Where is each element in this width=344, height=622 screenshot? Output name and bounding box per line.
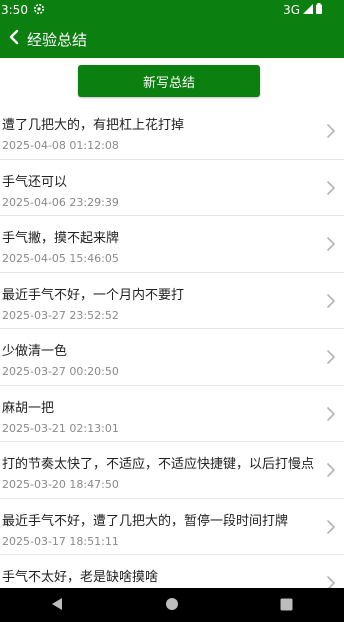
signal-icon xyxy=(303,3,313,17)
chevron-right-icon xyxy=(326,123,336,139)
summary-list: 遭了几把大的，有把杠上花打掉 2025-04-08 01:12:08 手气还可以 20… xyxy=(0,103,344,612)
chevron-right-icon xyxy=(326,462,336,478)
chevron-left-icon xyxy=(8,29,20,49)
summary-timestamp: 2025-04-08 01:12:08 xyxy=(2,139,119,152)
summary-text: 最近手气不好，遭了几把大的，暂停一段时间打牌 xyxy=(2,513,289,529)
summary-list-item[interactable]: 手气撇，摸不起来牌 2025-04-05 15:46:05 xyxy=(0,216,344,273)
chevron-right-icon xyxy=(326,349,336,365)
summary-text: 手气撇，摸不起来牌 xyxy=(2,231,120,246)
summary-timestamp: 2025-03-27 23:52:52 xyxy=(2,308,119,322)
chevron-right-icon xyxy=(326,180,336,196)
home-circle-icon xyxy=(165,596,179,615)
page-title: 经验总结 xyxy=(27,30,88,49)
summary-timestamp: 2025-03-27 00:20:50 xyxy=(2,365,119,378)
status-bar: 3:50 3G xyxy=(0,0,344,20)
chevron-right-icon xyxy=(326,293,336,309)
network-type: 3G xyxy=(283,3,300,17)
nav-home-button[interactable] xyxy=(152,588,192,622)
nav-recents-button[interactable] xyxy=(267,588,307,622)
summary-timestamp: 2025-03-21 02:13:01 xyxy=(2,421,119,435)
chevron-right-icon xyxy=(326,519,336,535)
summary-timestamp: 2025-04-05 15:46:05 xyxy=(2,252,119,265)
summary-list-item[interactable]: 打的节奏太快了，不适应，不适应快捷键，以后打慢点 2025-03-20 18:47… xyxy=(0,442,344,499)
summary-text: 手气不太好，老是缺啥摸啥 xyxy=(2,570,159,585)
summary-list-item[interactable]: 少做清一色 2025-03-27 00:20:50 xyxy=(0,329,344,386)
status-time: 3:50 xyxy=(1,3,28,17)
summary-timestamp: 2025-03-17 18:51:11 xyxy=(2,534,119,548)
summary-text: 遭了几把大的，有把杠上花打掉 xyxy=(2,118,185,133)
summary-text: 最近手气不好，一个月内不要打 xyxy=(2,287,185,303)
chevron-right-icon xyxy=(326,406,336,422)
summary-text: 手气还可以 xyxy=(2,174,68,190)
summary-list-item[interactable]: 最近手气不好，一个月内不要打 2025-03-27 23:52:52 xyxy=(0,273,344,329)
summary-text: 少做清一色 xyxy=(2,344,68,359)
summary-list-item[interactable]: 手气还可以 2025-04-06 23:29:39 xyxy=(0,160,344,216)
battery-icon xyxy=(316,3,322,17)
recents-square-icon xyxy=(280,596,293,615)
app-bar: 经验总结 xyxy=(0,20,344,58)
back-button[interactable] xyxy=(2,20,26,58)
summary-text: 麻胡一把 xyxy=(2,400,55,416)
summary-timestamp: 2025-04-06 23:29:39 xyxy=(2,195,119,209)
new-summary-button[interactable]: 新写总结 xyxy=(78,65,260,97)
summary-text: 打的节奏太快了，不适应，不适应快捷键，以后打慢点 xyxy=(2,457,315,472)
system-nav-bar xyxy=(0,588,344,622)
summary-list-item[interactable]: 麻胡一把 2025-03-21 02:13:01 xyxy=(0,386,344,442)
summary-list-item[interactable]: 最近手气不好，遭了几把大的，暂停一段时间打牌 2025-03-17 18:51:1… xyxy=(0,499,344,555)
chevron-right-icon xyxy=(326,236,336,252)
summary-timestamp: 2025-03-20 18:47:50 xyxy=(2,478,119,491)
nav-back-button[interactable] xyxy=(37,588,77,622)
summary-list-item[interactable]: 遭了几把大的，有把杠上花打掉 2025-04-08 01:12:08 xyxy=(0,103,344,160)
back-triangle-icon xyxy=(51,596,63,615)
settings-gear-icon xyxy=(33,3,45,18)
